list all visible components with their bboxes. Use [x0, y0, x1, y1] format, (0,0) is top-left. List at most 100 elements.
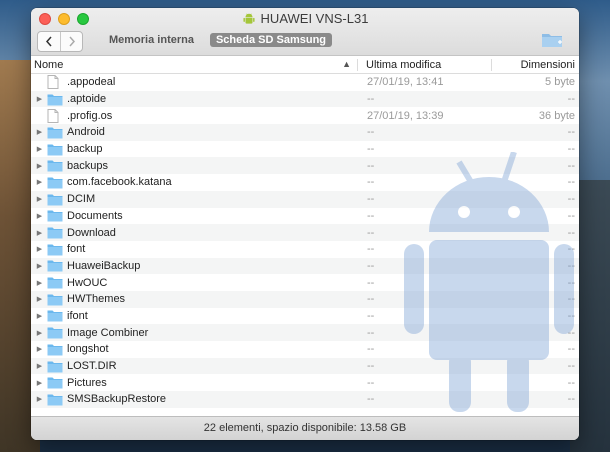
file-modified: 27/01/19, 13:39	[367, 109, 444, 122]
window-title-text: HUAWEI VNS-L31	[260, 11, 369, 26]
file-row[interactable]: ▶ Android -- --	[31, 124, 579, 141]
disclosure-triangle-icon[interactable]: ▶	[31, 295, 45, 303]
forward-button[interactable]	[60, 32, 82, 51]
folder-icon	[47, 376, 63, 389]
file-modified: 27/01/19, 13:41	[367, 76, 444, 89]
file-name: DCIM	[67, 193, 96, 206]
file-row[interactable]: ▶ HuaweiBackup -- --	[31, 257, 579, 275]
file-list: .appodeal 27/01/19, 13:41 5 byte ▶ .aptoide -…	[31, 74, 579, 420]
disclosure-triangle-icon[interactable]: ▶	[31, 145, 45, 153]
file-row[interactable]: ▶ HWThemes -- --	[31, 290, 579, 308]
disclosure-triangle-icon[interactable]: ▶	[31, 329, 45, 337]
file-row[interactable]: ▶ font -- --	[31, 241, 579, 258]
disclosure-triangle-icon[interactable]: ▶	[31, 95, 45, 103]
disclosure-triangle-icon[interactable]: ▶	[31, 212, 45, 220]
disclosure-triangle-icon[interactable]: ▶	[31, 245, 45, 253]
file-modified: --	[367, 126, 375, 139]
file-name: backups	[67, 159, 108, 172]
file-size: --	[567, 243, 575, 256]
file-size: --	[567, 393, 575, 406]
folder-icon	[47, 393, 63, 406]
disclosure-triangle-icon[interactable]: ▶	[31, 362, 45, 370]
file-row[interactable]: ▶ DCIM -- --	[31, 190, 579, 208]
file-row[interactable]: ▶ Documents -- --	[31, 208, 579, 225]
disclosure-triangle-icon[interactable]: ▶	[31, 178, 45, 186]
disclosure-triangle-icon[interactable]: ▶	[31, 262, 45, 270]
file-row[interactable]: ▶ Download -- --	[31, 224, 579, 241]
tab-sd-card[interactable]: Scheda SD Samsung	[209, 33, 333, 47]
file-size: 5 byte	[545, 76, 575, 89]
folder-plus-icon[interactable]	[541, 31, 563, 48]
folder-icon	[47, 243, 63, 256]
file-modified: --	[367, 293, 375, 306]
column-header-size[interactable]: Dimensioni	[491, 58, 579, 71]
file-name: HuaweiBackup	[67, 259, 141, 272]
disclosure-triangle-icon[interactable]: ▶	[31, 379, 45, 387]
chevron-left-icon	[45, 36, 52, 47]
disclosure-triangle-icon[interactable]: ▶	[31, 195, 45, 203]
file-modified: --	[367, 243, 375, 256]
file-modified: --	[367, 159, 375, 172]
file-transfer-window: HUAWEI VNS-L31 Memoria interna Scheda SD…	[31, 8, 579, 440]
file-row[interactable]: ▶ com.facebook.katana -- --	[31, 174, 579, 191]
storage-tabs: Memoria interna Scheda SD Samsung	[103, 33, 333, 47]
file-row[interactable]: ▶ backups -- --	[31, 157, 579, 175]
sort-ascending-icon: ▲	[342, 58, 351, 69]
disclosure-triangle-icon[interactable]: ▶	[31, 162, 45, 170]
disclosure-triangle-icon[interactable]: ▶	[31, 229, 45, 237]
folder-icon	[47, 126, 63, 139]
file-modified: --	[367, 376, 375, 389]
file-row[interactable]: ▶ longshot -- --	[31, 341, 579, 358]
navigation-buttons	[37, 31, 83, 52]
file-row[interactable]: ▶ HwOUC -- --	[31, 274, 579, 291]
file-name: .profig.os	[67, 109, 113, 122]
back-button[interactable]	[38, 32, 60, 51]
file-name: Android	[67, 126, 105, 139]
file-size: 36 byte	[538, 109, 575, 122]
file-size: --	[567, 326, 575, 339]
file-row[interactable]: .profig.os 27/01/19, 13:39 36 byte	[31, 107, 579, 124]
file-modified: --	[367, 343, 375, 356]
file-size: --	[567, 360, 575, 373]
disclosure-triangle-icon[interactable]: ▶	[31, 312, 45, 320]
file-row[interactable]: ▶ .aptoide -- --	[31, 90, 579, 108]
disclosure-triangle-icon[interactable]: ▶	[31, 279, 45, 287]
folder-icon	[47, 293, 63, 306]
file-size: --	[567, 309, 575, 322]
file-name: SMSBackupRestore	[67, 393, 167, 406]
android-icon	[243, 13, 255, 24]
file-size: --	[567, 126, 575, 139]
tab-internal-memory[interactable]: Memoria interna	[103, 33, 200, 47]
folder-icon	[47, 93, 63, 106]
file-row[interactable]: ▶ LOST.DIR -- --	[31, 357, 579, 375]
disclosure-triangle-icon[interactable]: ▶	[31, 128, 45, 136]
column-header-name[interactable]: Nome ▲	[31, 59, 357, 71]
file-modified: --	[367, 193, 375, 206]
file-size: --	[567, 259, 575, 272]
column-headers: Nome ▲ Ultima modifica Dimensioni	[31, 56, 579, 74]
file-row[interactable]: ▶ backup -- --	[31, 141, 579, 158]
folder-icon	[47, 143, 63, 156]
file-size: --	[567, 209, 575, 222]
disclosure-triangle-icon[interactable]: ▶	[31, 395, 45, 403]
file-modified: --	[367, 326, 375, 339]
disclosure-triangle-icon[interactable]: ▶	[31, 345, 45, 353]
file-name: Pictures	[67, 376, 107, 389]
file-row[interactable]: .appodeal 27/01/19, 13:41 5 byte	[31, 74, 579, 91]
folder-icon	[47, 309, 63, 322]
folder-icon	[47, 159, 63, 172]
file-size: --	[567, 93, 575, 106]
file-row[interactable]: ▶ SMSBackupRestore -- --	[31, 391, 579, 408]
column-header-name-label: Nome	[34, 58, 64, 71]
file-row[interactable]: ▶ Pictures -- --	[31, 374, 579, 391]
file-size: --	[567, 276, 575, 289]
column-header-modified[interactable]: Ultima modifica	[357, 58, 491, 71]
file-name: backup	[67, 143, 103, 156]
file-name: Image Combiner	[67, 326, 149, 339]
file-row[interactable]: ▶ ifont -- --	[31, 308, 579, 325]
document-icon	[47, 75, 63, 90]
file-name: longshot	[67, 343, 109, 356]
file-modified: --	[367, 259, 375, 272]
file-row[interactable]: ▶ Image Combiner -- --	[31, 324, 579, 341]
file-modified: --	[367, 176, 375, 189]
